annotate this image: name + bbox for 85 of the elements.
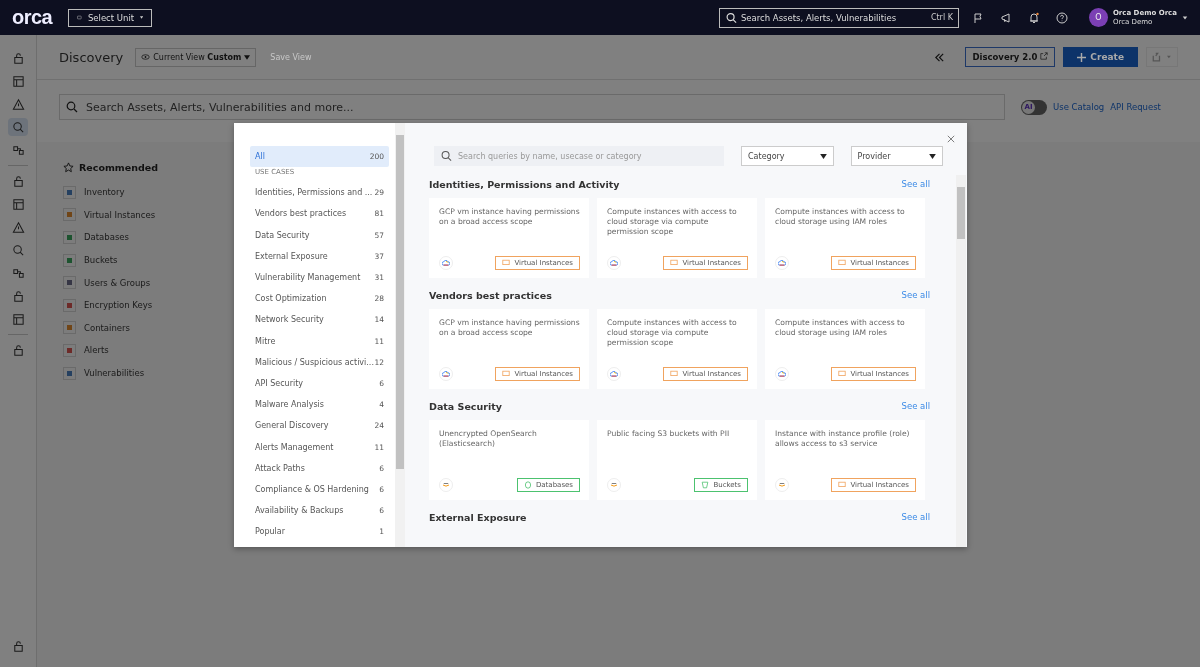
plus-icon bbox=[1077, 52, 1087, 62]
category-icon bbox=[63, 253, 76, 267]
category-icon bbox=[63, 298, 76, 312]
caret-icon bbox=[244, 54, 251, 60]
create-button[interactable]: Create bbox=[1063, 47, 1138, 67]
recommended-link[interactable]: Databases bbox=[84, 232, 129, 243]
main-search-field[interactable]: Search Assets, Alerts, Vulnerabilities and more... bbox=[59, 94, 1005, 120]
monitor-icon bbox=[670, 370, 679, 378]
nav-button[interactable] bbox=[8, 118, 28, 136]
see-all-link[interactable]: See all bbox=[901, 401, 930, 411]
lock-icon bbox=[11, 174, 25, 188]
close-icon[interactable] bbox=[947, 135, 955, 143]
category-icon bbox=[63, 185, 76, 199]
recommended-link[interactable]: Encryption Keys bbox=[84, 300, 153, 311]
category-icon bbox=[63, 276, 76, 290]
layout-icon bbox=[11, 74, 25, 88]
section-title: Vendors best practices bbox=[429, 289, 552, 301]
recommended-link[interactable]: Users & Groups bbox=[84, 277, 151, 288]
search-icon bbox=[725, 12, 737, 23]
caret-icon bbox=[929, 153, 936, 159]
lock-icon bbox=[11, 639, 25, 653]
external-link-icon bbox=[1040, 52, 1049, 60]
unit-select[interactable]: Select Unit bbox=[68, 8, 153, 27]
section-title: Data Security bbox=[429, 400, 502, 412]
section-title: External Exposure bbox=[429, 511, 527, 523]
see-all-link[interactable]: See all bbox=[901, 179, 930, 189]
user-avatar[interactable]: O bbox=[1088, 8, 1108, 27]
eye-icon bbox=[141, 54, 151, 60]
search-icon bbox=[11, 120, 25, 134]
caret-icon bbox=[819, 153, 827, 159]
export-icon bbox=[1152, 52, 1172, 62]
category-icon bbox=[63, 321, 76, 335]
caret-icon bbox=[140, 15, 144, 20]
discovery-2-button[interactable]: Discovery 2.0 bbox=[965, 47, 1056, 67]
scrollbar[interactable] bbox=[956, 175, 966, 547]
page-title: Discovery bbox=[59, 49, 124, 65]
warning-icon bbox=[11, 220, 25, 234]
layout-icon bbox=[11, 197, 25, 211]
megaphone-icon[interactable] bbox=[999, 11, 1012, 24]
recommended-link[interactable]: Buckets bbox=[84, 255, 118, 266]
shortcut-hint: Ctrl K bbox=[930, 12, 953, 22]
warning-icon bbox=[11, 97, 25, 111]
search-icon bbox=[66, 101, 78, 113]
bucket-icon bbox=[701, 481, 710, 489]
caret-icon[interactable] bbox=[1182, 14, 1188, 21]
monitor-icon bbox=[670, 259, 679, 267]
category-icon bbox=[63, 366, 76, 380]
monitor-icon bbox=[838, 370, 847, 378]
lock-icon bbox=[11, 343, 25, 357]
nodes-icon bbox=[11, 266, 25, 280]
recommended-link[interactable]: Alerts bbox=[84, 345, 109, 356]
filter-dropdown[interactable]: Category bbox=[741, 146, 834, 166]
see-all-link[interactable]: See all bbox=[901, 512, 930, 522]
monitor-icon bbox=[502, 259, 511, 267]
scrollbar[interactable] bbox=[395, 123, 405, 547]
search-icon bbox=[441, 150, 452, 162]
database-icon bbox=[523, 481, 532, 489]
view-select[interactable]: Current View Custom bbox=[135, 47, 257, 67]
category-icon bbox=[63, 343, 76, 357]
monitor-icon bbox=[502, 370, 511, 378]
filter-dropdown[interactable]: Provider bbox=[850, 146, 943, 166]
see-all-link[interactable]: See all bbox=[901, 290, 930, 300]
collapse-icon[interactable] bbox=[934, 51, 946, 63]
recommended-link[interactable]: Inventory bbox=[84, 187, 125, 198]
recommended-link[interactable]: Virtual Instances bbox=[84, 209, 156, 220]
help-icon[interactable] bbox=[1055, 11, 1068, 24]
query-search-field[interactable]: Search queries by name, usecase or category bbox=[434, 146, 724, 166]
category-icon bbox=[63, 208, 76, 222]
unit-icon bbox=[77, 13, 82, 22]
star-icon bbox=[63, 162, 74, 173]
logo[interactable]: orca bbox=[12, 6, 53, 29]
flag-icon[interactable] bbox=[971, 11, 984, 24]
monitor-icon bbox=[838, 259, 847, 267]
recommended-link[interactable]: Vulnerabilities bbox=[84, 368, 145, 379]
search-icon bbox=[11, 243, 25, 257]
lock-icon bbox=[11, 289, 25, 303]
section-title: Recommended bbox=[79, 162, 158, 173]
category-icon bbox=[63, 231, 76, 244]
nodes-icon bbox=[11, 143, 25, 157]
layout-icon bbox=[11, 312, 25, 326]
monitor-icon bbox=[838, 481, 847, 489]
section-title: Identities, Permissions and Activity bbox=[429, 178, 620, 190]
bell-icon[interactable] bbox=[1027, 11, 1040, 24]
recommended-link[interactable]: Containers bbox=[84, 322, 130, 333]
lock-icon bbox=[11, 51, 25, 65]
